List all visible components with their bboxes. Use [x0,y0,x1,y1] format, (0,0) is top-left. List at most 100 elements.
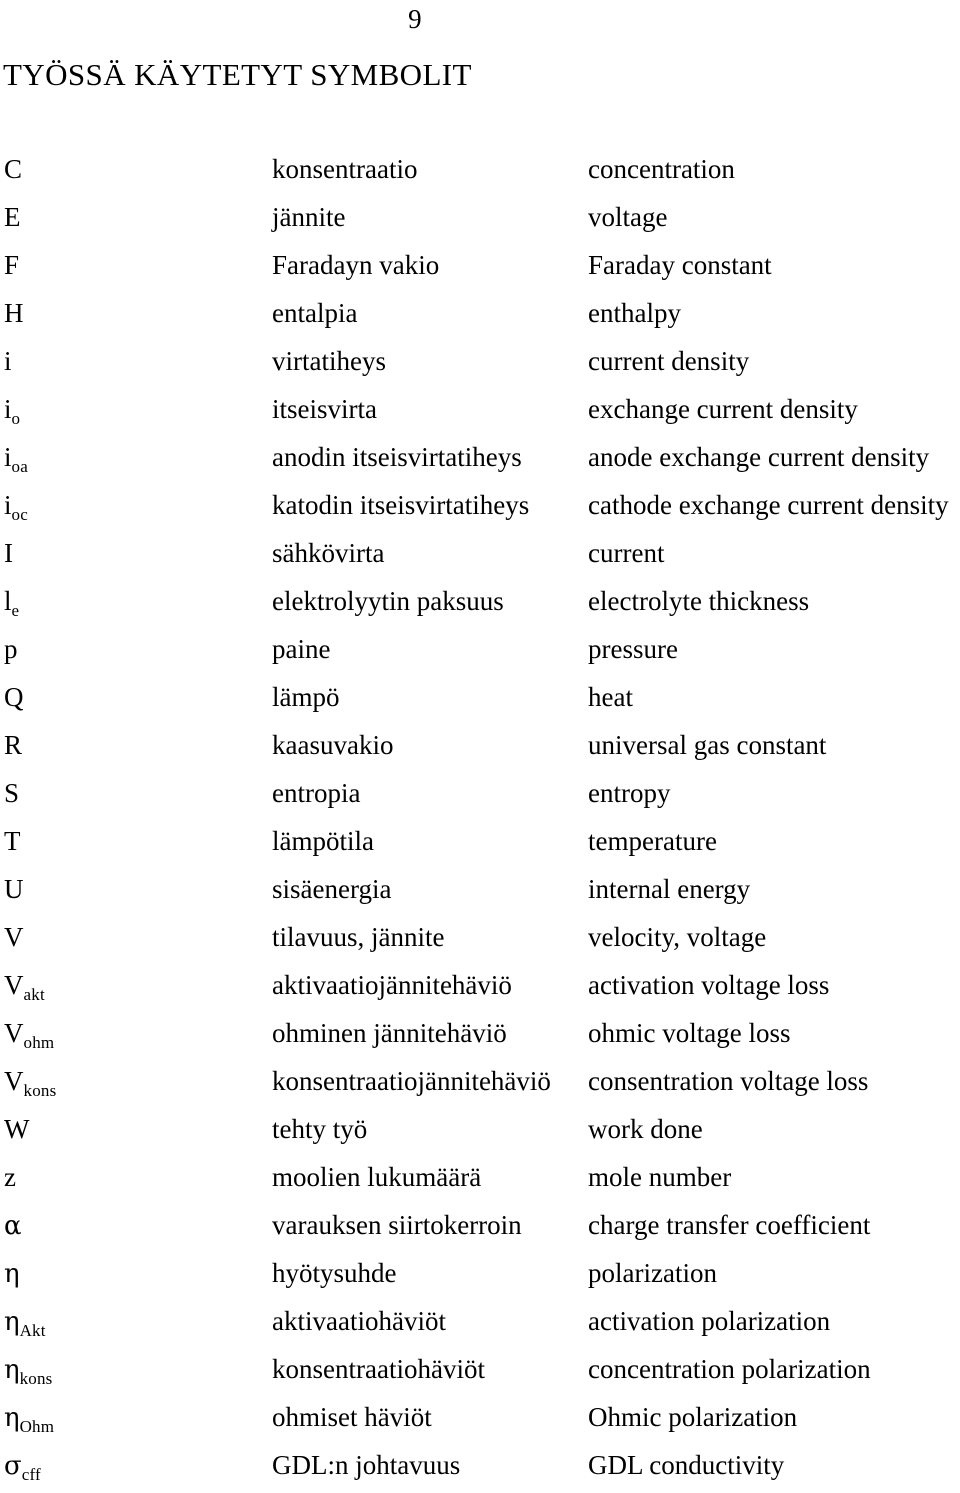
finnish-term-cell: katodin itseisvirtatiheys [272,490,530,520]
symbol-row: Isähkövirta current [0,529,960,577]
symbol-base: η [4,1259,20,1289]
symbol-row: Hentalpia enthalpy [0,289,960,337]
symbol-cell: C [4,145,259,193]
english-term-cell: electrolyte thickness [588,586,810,616]
english-term-cell: cathode exchange current density [588,490,949,520]
symbol-base: U [4,874,24,904]
english-term-cell: activation voltage loss [588,970,830,1000]
english-term-cell: Ohmic polarization [588,1402,798,1432]
symbol-row: Vtilavuus, jännite velocity, voltage [0,913,960,961]
symbol-row: Ckonsentraatio concentration [0,145,960,193]
symbol-base: i [4,394,12,424]
english-term-cell: charge transfer coefficient [588,1210,871,1240]
symbol-cell: σcff [4,1441,259,1493]
finnish-term-cell: GDL:n johtavuus [272,1450,461,1480]
finnish-term-cell: lämpötila [272,826,374,856]
symbol-cell: z [4,1153,259,1201]
symbol-base: η [4,1403,20,1433]
symbol-row: ηOhm ohmiset häviöt Ohmic polarization [0,1393,960,1441]
symbol-base: H [4,298,24,328]
english-term-cell: velocity, voltage [588,922,767,952]
symbol-subscript: kons [23,1081,57,1100]
symbol-base: T [4,826,21,856]
finnish-term-cell: aktivaatiojännitehäviö [272,970,512,1000]
symbol-cell: p [4,625,259,673]
symbol-list: Ckonsentraatio concentration Ejännite volta… [0,145,960,1489]
symbol-row: α varauksen siirtokerroin charge transfer … [0,1201,960,1249]
symbol-cell: ioc [4,481,259,533]
symbol-cell: E [4,193,259,241]
english-term-cell: concentration [588,154,735,184]
finnish-term-cell: itseisvirta [272,394,377,424]
symbol-cell: F [4,241,259,289]
english-term-cell: GDL conductivity [588,1450,785,1480]
symbol-subscript: e [11,601,20,620]
symbol-base: i [4,346,12,376]
finnish-term-cell: konsentraatio [272,154,418,184]
symbol-cell: Vohm [4,1009,259,1061]
symbol-cell: S [4,769,259,817]
finnish-term-cell: tehty työ [272,1114,368,1144]
symbol-base: i [4,490,12,520]
english-term-cell: Faraday constant [588,250,772,280]
symbol-base: W [4,1114,30,1144]
finnish-term-cell: aktivaatiohäviöt [272,1306,446,1336]
symbol-row: Sentropia entropy [0,769,960,817]
finnish-term-cell: Faradayn vakio [272,250,440,280]
symbol-base: E [4,202,21,232]
finnish-term-cell: sisäenergia [272,874,392,904]
symbol-subscript: o [11,409,21,428]
page-number: 9 [408,4,422,34]
symbol-cell: I [4,529,259,577]
finnish-term-cell: hyötysuhde [272,1258,397,1288]
symbol-base: η [4,1307,20,1337]
symbol-cell: Vakt [4,961,259,1013]
finnish-term-cell: anodin itseisvirtatiheys [272,442,522,472]
symbol-row: η hyötysuhde polarization [0,1249,960,1297]
symbol-row: Wtehty työ work done [0,1105,960,1153]
finnish-term-cell: konsentraatiohäviöt [272,1354,485,1384]
finnish-term-cell: elektrolyytin paksuus [272,586,504,616]
symbol-cell: i [4,337,259,385]
symbol-subscript: cff [21,1465,41,1484]
english-term-cell: current density [588,346,750,376]
symbol-row: i virtatiheys current density [0,337,960,385]
finnish-term-cell: paine [272,634,331,664]
english-term-cell: current [588,538,665,568]
finnish-term-cell: moolien lukumäärä [272,1162,482,1192]
symbol-cell: io [4,385,259,437]
symbol-row: Ejännite voltage [0,193,960,241]
english-term-cell: heat [588,682,633,712]
symbol-cell: ηAkt [4,1297,259,1349]
finnish-term-cell: ohmiset häviöt [272,1402,432,1432]
symbol-subscript: Akt [19,1321,46,1340]
finnish-term-cell: lämpö [272,682,340,712]
symbol-cell: ηOhm [4,1393,259,1445]
english-term-cell: consentration voltage loss [588,1066,869,1096]
symbol-subscript: ohm [23,1033,55,1052]
symbol-row: Qlämpö heat [0,673,960,721]
symbol-row: p paine pressure [0,625,960,673]
symbol-row: σcff GDL:n johtavuus GDL conductivity [0,1441,960,1489]
symbol-row: z moolien lukumäärä mole number [0,1153,960,1201]
symbol-base: z [4,1162,16,1192]
symbol-base: i [4,442,12,472]
english-term-cell: voltage [588,202,668,232]
finnish-term-cell: ohminen jännitehäviö [272,1018,507,1048]
english-term-cell: internal energy [588,874,751,904]
symbol-row: F Faradayn vakio Faraday constant [0,241,960,289]
english-term-cell: polarization [588,1258,717,1288]
symbol-base: σ [4,1451,22,1481]
symbol-subscript: akt [23,985,45,1004]
symbol-cell: Vkons [4,1057,259,1109]
symbol-base: p [4,634,18,664]
symbol-row: ηkons konsentraatiohäviöt concentration po… [0,1345,960,1393]
symbol-base: Q [4,682,24,712]
symbol-cell: ηkons [4,1345,259,1397]
symbol-base: α [4,1211,22,1241]
english-term-cell: anode exchange current density [588,442,930,472]
finnish-term-cell: tilavuus, jännite [272,922,445,952]
symbol-cell: U [4,865,259,913]
english-term-cell: pressure [588,634,678,664]
symbol-row: Rkaasuvakio universal gas constant [0,721,960,769]
